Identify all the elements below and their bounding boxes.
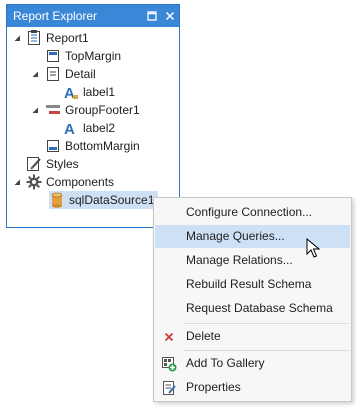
close-icon[interactable] bbox=[161, 5, 179, 27]
panel-title-bar: Report Explorer bbox=[7, 5, 179, 27]
menu-item-label: Request Database Schema bbox=[186, 301, 333, 315]
band-icon bbox=[45, 138, 61, 154]
tree-node-label: GroupFooter1 bbox=[65, 103, 140, 117]
tree-node-label: label1 bbox=[83, 85, 116, 99]
dock-window-icon[interactable] bbox=[143, 5, 161, 27]
menu-item-label: Add To Gallery bbox=[186, 356, 265, 370]
band-icon bbox=[45, 66, 61, 82]
tree-node-label1[interactable]: A label1 bbox=[63, 83, 115, 101]
tree-node-label: Styles bbox=[46, 157, 79, 171]
add-to-gallery-icon bbox=[161, 356, 177, 372]
menu-item-label: Delete bbox=[186, 329, 221, 343]
group-band-icon bbox=[45, 102, 61, 118]
tree-node-label: Report1 bbox=[46, 31, 89, 45]
expand-arrow-icon[interactable] bbox=[30, 105, 40, 115]
menu-item-label: Configure Connection... bbox=[186, 205, 313, 219]
database-icon bbox=[49, 192, 65, 208]
menu-item-label: Manage Relations... bbox=[186, 253, 293, 267]
tree-node-sqldatasource1[interactable]: sqlDataSource1 bbox=[49, 191, 159, 209]
tree-node-components[interactable]: Components bbox=[26, 173, 114, 191]
report-icon bbox=[26, 30, 42, 46]
menu-item-delete[interactable]: Delete bbox=[155, 325, 350, 348]
mouse-pointer-icon bbox=[306, 237, 321, 258]
tree-node-label: TopMargin bbox=[65, 49, 122, 63]
tree-node-label: BottomMargin bbox=[65, 139, 140, 153]
tree-node-report1[interactable]: Report1 bbox=[26, 29, 89, 47]
tree-node-styles[interactable]: Styles bbox=[26, 155, 79, 173]
context-menu: Configure Connection... Manage Queries..… bbox=[153, 197, 352, 402]
menu-separator bbox=[184, 350, 349, 351]
tree-node-bottommargin[interactable]: BottomMargin bbox=[45, 137, 140, 155]
properties-icon bbox=[161, 380, 177, 396]
tree-node-detail[interactable]: Detail bbox=[45, 65, 96, 83]
menu-item-label: Manage Queries... bbox=[186, 229, 285, 243]
expand-arrow-icon[interactable] bbox=[30, 69, 40, 79]
svg-text:A: A bbox=[64, 121, 75, 136]
label-control-icon: A bbox=[63, 120, 79, 136]
expand-arrow-icon[interactable] bbox=[12, 177, 22, 187]
label-control-icon: A bbox=[63, 84, 79, 100]
expand-arrow-icon[interactable] bbox=[12, 33, 22, 43]
panel-title: Report Explorer bbox=[13, 9, 98, 23]
report-explorer-panel: Report Explorer Report1 TopMargin Detail… bbox=[6, 4, 180, 228]
tree-node-label2[interactable]: A label2 bbox=[63, 119, 115, 137]
menu-item-properties[interactable]: Properties bbox=[155, 376, 350, 399]
tree-node-label: Detail bbox=[65, 67, 96, 81]
tree-node-label: Components bbox=[46, 175, 115, 189]
band-icon bbox=[45, 48, 61, 64]
gear-icon bbox=[26, 174, 42, 190]
menu-item-label: Rebuild Result Schema bbox=[186, 277, 312, 291]
menu-item-add-to-gallery[interactable]: Add To Gallery bbox=[155, 352, 350, 375]
menu-item-configure-connection[interactable]: Configure Connection... bbox=[155, 201, 350, 224]
tree-node-topmargin[interactable]: TopMargin bbox=[45, 47, 121, 65]
styles-icon bbox=[26, 156, 42, 172]
menu-item-request-database-schema[interactable]: Request Database Schema bbox=[155, 297, 350, 320]
menu-separator bbox=[184, 323, 349, 324]
delete-x-icon bbox=[161, 329, 177, 345]
menu-item-label: Properties bbox=[186, 380, 241, 394]
menu-item-manage-relations[interactable]: Manage Relations... bbox=[155, 249, 350, 272]
menu-item-rebuild-result-schema[interactable]: Rebuild Result Schema bbox=[155, 273, 350, 296]
tree-node-groupfooter1[interactable]: GroupFooter1 bbox=[45, 101, 140, 119]
menu-item-manage-queries[interactable]: Manage Queries... bbox=[155, 225, 350, 248]
tree-node-label: sqlDataSource1 bbox=[69, 193, 155, 207]
tree-node-label: label2 bbox=[83, 121, 116, 135]
